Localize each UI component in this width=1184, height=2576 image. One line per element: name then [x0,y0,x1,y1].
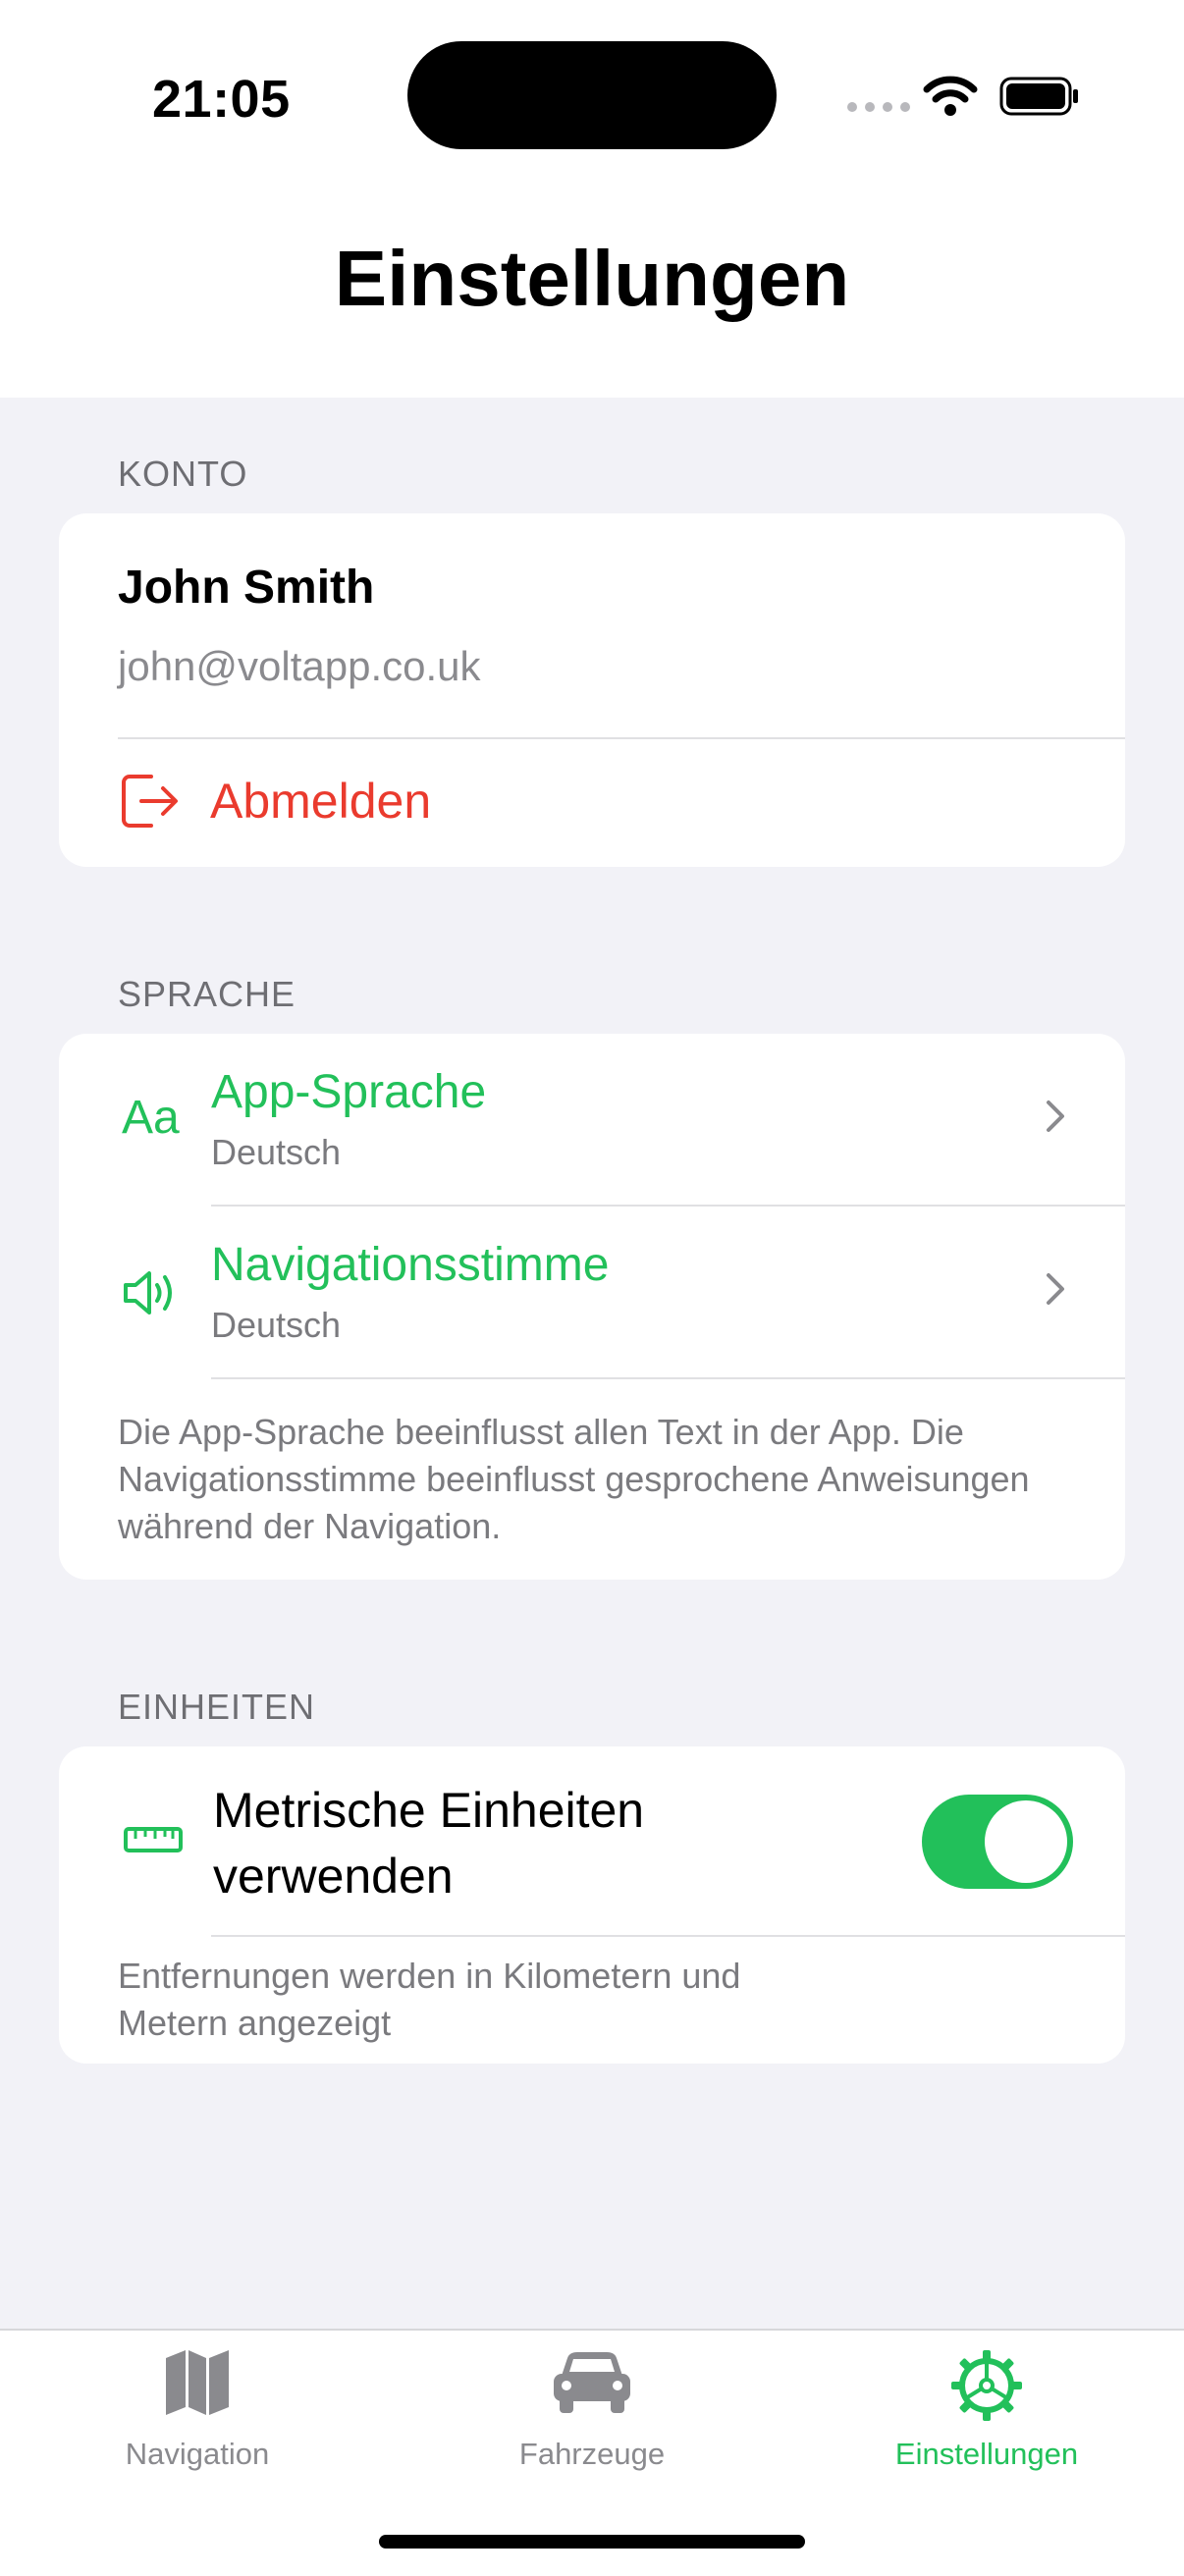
account-email: john@voltapp.co.uk [118,643,481,689]
cellular-signal-icon [847,102,910,112]
home-indicator [379,2535,805,2549]
units-card: Metrische Einheiten verwenden Entfernung… [59,1746,1125,2064]
account-section-label: KONTO [118,454,248,494]
chevron-right-icon [1047,1100,1064,1132]
account-card: John Smith john@voltapp.co.uk Abmelden [59,513,1125,867]
language-section-label: SPRACHE [118,974,296,1014]
logout-button[interactable]: Abmelden [59,737,1125,865]
chevron-right-icon [1047,1273,1064,1305]
text-size-icon: Aa [122,1092,180,1144]
navigation-voice-title: Navigationsstimme [211,1239,610,1291]
metric-units-label: Metrische Einheiten verwenden [213,1783,645,1904]
tab-navigation[interactable]: Navigation [0,2331,395,2488]
gear-icon [951,2350,1022,2421]
metric-units-toggle[interactable] [922,1795,1073,1889]
app-language-row[interactable]: Aa App-Sprache Deutsch [59,1034,1125,1205]
app-language-title: App-Sprache [211,1066,487,1118]
dynamic-island [407,41,777,149]
language-card: Aa App-Sprache Deutsch Navigationsstimme… [59,1034,1125,1580]
car-icon [554,2352,630,2413]
app-language-value: Deutsch [211,1132,342,1172]
tab-label: Fahrzeuge [518,2437,666,2471]
toggle-knob [985,1800,1067,1883]
divider [211,1935,1125,1937]
speaker-icon [124,1271,172,1315]
map-icon [166,2350,229,2415]
header: 21:05 Einstellungen [0,0,1184,398]
ruler-icon [124,1827,183,1852]
language-note: Die App-Sprache beeinflusst allen Text i… [118,1412,1030,1546]
divider [211,1377,1125,1379]
logout-label: Abmelden [210,774,432,829]
units-note: Entfernungen werden in Kilometern und Me… [118,1956,741,2043]
tab-settings[interactable]: Einstellungen [789,2331,1184,2488]
units-section-label: EINHEITEN [118,1687,316,1727]
tab-vehicles[interactable]: Fahrzeuge [395,2331,789,2488]
status-time: 21:05 [152,70,291,129]
tab-label: Navigation [125,2437,270,2471]
battery-icon [999,77,1078,116]
logout-icon [122,775,178,828]
tab-label: Einstellungen [894,2437,1079,2471]
page-title: Einstellungen [334,235,850,322]
account-name: John Smith [118,562,375,614]
navigation-voice-row[interactable]: Navigationsstimme Deutsch [59,1207,1125,1377]
wifi-icon [923,76,978,116]
navigation-voice-value: Deutsch [211,1305,342,1345]
